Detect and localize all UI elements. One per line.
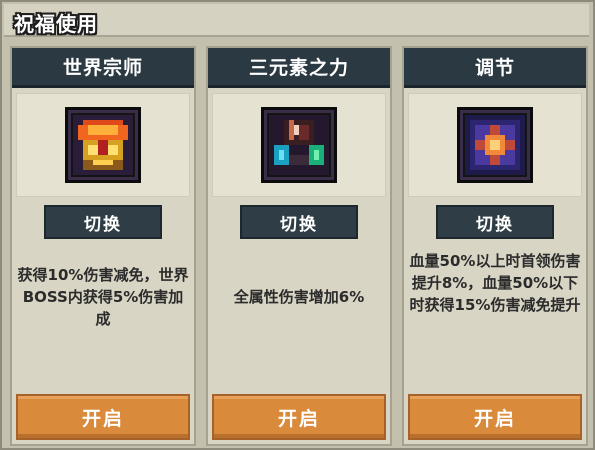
- blessing-description: 血量50%以上时首领伤害提升8%，血量50%以下时获得15%伤害减免提升: [409, 252, 581, 314]
- blessing-description: 获得10%伤害减免，世界BOSS内获得5%伤害加成: [17, 266, 189, 328]
- card-title: 三元素之力: [208, 48, 390, 88]
- switch-button[interactable]: 切换: [44, 205, 162, 239]
- card-title: 调节: [404, 48, 586, 88]
- open-button[interactable]: 开启: [16, 394, 190, 440]
- blessing-description: 全属性伤害增加6%: [233, 288, 365, 306]
- blessing-card-world-master: 世界宗师 切换 获得10%伤害减免，世界BOSS内获得5%伤害加成 开启: [10, 46, 196, 446]
- icon-area: [16, 93, 190, 197]
- golden-armor-icon: [65, 107, 141, 183]
- balance-rune-icon: [457, 107, 533, 183]
- open-button[interactable]: 开启: [408, 394, 582, 440]
- icon-area: [212, 93, 386, 197]
- card-title: 世界宗师: [12, 48, 194, 88]
- switch-button[interactable]: 切换: [240, 205, 358, 239]
- switch-button[interactable]: 切换: [436, 205, 554, 239]
- elemental-potions-icon: [261, 107, 337, 183]
- panel-title: 祝福使用: [14, 12, 98, 36]
- title-bar: 祝福使用: [4, 4, 589, 37]
- blessing-card-three-elements: 三元素之力 切换 全属性伤害增加6% 开启: [206, 46, 392, 446]
- open-button[interactable]: 开启: [212, 394, 386, 440]
- blessing-card-adjustment: 调节 切换 血量50%以上时首领伤害提升8%，血量50%以下时获得15%伤害减免: [402, 46, 588, 446]
- blessing-panel: 祝福使用 世界宗师 切换 获得10%伤害减免，世界BOSS内获得5%伤害加成 开…: [0, 0, 595, 450]
- icon-area: [408, 93, 582, 197]
